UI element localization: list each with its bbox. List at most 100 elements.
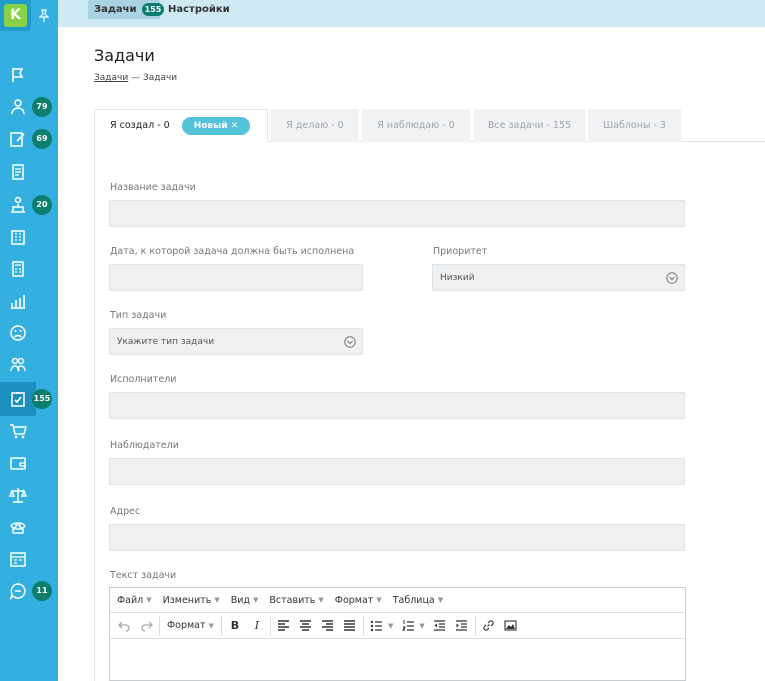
sidebar-item-scales[interactable] — [0, 479, 36, 511]
sidebar-item-building[interactable] — [0, 221, 36, 253]
sidebar-item-documents[interactable] — [0, 156, 36, 188]
numbered-list-icon — [401, 620, 414, 631]
menu-format[interactable]: Формат ▼ — [335, 595, 382, 606]
outdent-button[interactable] — [429, 615, 451, 637]
breadcrumb-separator: — — [131, 73, 141, 83]
format-dropdown[interactable]: Формат ▼ — [167, 620, 214, 631]
bullet-list-icon — [371, 620, 383, 632]
menu-format-label: Формат — [334, 594, 374, 606]
editor-menubar: Файл ▼ Изменить ▼ Вид ▼ Вставить ▼ Формат ▼ Т… — [110, 588, 685, 613]
sidebar-item-staff[interactable] — [0, 349, 36, 381]
menu-edit-label: Изменить — [162, 594, 212, 606]
image-button[interactable] — [500, 615, 522, 637]
redo-button[interactable] — [135, 615, 157, 637]
menu-edit[interactable]: Изменить ▼ — [163, 595, 220, 606]
undo-button[interactable] — [113, 615, 135, 637]
top-tab-settings-label: Настройки — [168, 4, 230, 15]
chevron-down-icon — [344, 336, 356, 348]
indent-icon — [456, 620, 468, 631]
sidebar-item-users[interactable] — [0, 91, 36, 123]
justify-button[interactable] — [339, 615, 361, 637]
tab-observing[interactable]: Я наблюдаю - 0 — [362, 109, 470, 142]
users-icon — [11, 99, 25, 115]
sidebar-item-phone[interactable] — [0, 511, 36, 543]
top-nav: Задачи 155 Настройки — [58, 0, 765, 27]
chat-icon — [9, 583, 26, 600]
tab-doing[interactable]: Я делаю - 0 — [271, 109, 359, 142]
priority-label: Приоритет — [433, 246, 488, 257]
menu-file-label: Файл — [117, 594, 144, 606]
sidebar-item-tasks[interactable] — [0, 382, 36, 416]
editor-toolbar: Формат ▼ B I ▼ ▼ — [110, 613, 685, 639]
sidebar-item-cart[interactable] — [0, 415, 36, 447]
sidebar-item-calculator[interactable] — [0, 253, 36, 285]
sidebar-badge: 20 — [32, 195, 52, 215]
menu-view[interactable]: Вид ▼ — [231, 595, 259, 606]
menu-table-label: Таблица — [392, 594, 435, 606]
edit-icon — [10, 132, 25, 147]
top-tab-tasks-label: Задачи — [94, 4, 137, 15]
bold-icon: B — [230, 619, 240, 632]
sidebar-badge: 79 — [32, 97, 52, 117]
priority-value: Низкий — [440, 272, 475, 283]
breadcrumb-link[interactable]: Задачи — [94, 73, 128, 83]
italic-icon: I — [254, 619, 260, 632]
top-tab-settings[interactable]: Настройки — [168, 0, 230, 19]
align-left-button[interactable] — [273, 615, 295, 637]
task-name-label: Название задачи — [110, 182, 196, 193]
task-tabs: Я создал - 0 Новый ✕ Я делаю - 0 Я наблю… — [94, 109, 765, 142]
menu-table[interactable]: Таблица ▼ — [393, 595, 443, 606]
executors-input[interactable] — [109, 392, 685, 419]
bold-button[interactable]: B — [224, 615, 246, 637]
menu-insert[interactable]: Вставить ▼ — [269, 595, 323, 606]
new-task-chip[interactable]: Новый ✕ — [181, 116, 251, 135]
task-name-input[interactable] — [109, 200, 685, 227]
link-button[interactable] — [478, 615, 500, 637]
tab-created-by-me-label: Я создал - 0 — [110, 120, 170, 131]
sidebar-item-wallet[interactable] — [0, 447, 36, 479]
link-icon — [483, 620, 494, 631]
top-tab-tasks-badge: 155 — [141, 3, 165, 16]
sidebar-item-edit[interactable] — [0, 123, 36, 155]
address-input[interactable] — [109, 524, 685, 551]
sidebar-item-flag[interactable] — [0, 59, 36, 91]
due-date-input[interactable] — [109, 264, 363, 291]
observers-input[interactable] — [109, 458, 685, 485]
sidebar-item-supervisor[interactable] — [0, 189, 36, 221]
top-tab-tasks[interactable]: Задачи 155 — [88, 0, 165, 19]
italic-button[interactable]: I — [246, 615, 268, 637]
sidebar-item-frown[interactable] — [0, 317, 36, 349]
priority-select[interactable]: Низкий — [432, 264, 685, 291]
menu-file[interactable]: Файл ▼ — [117, 595, 152, 606]
numbered-list-button[interactable] — [397, 615, 419, 637]
menu-insert-label: Вставить — [269, 594, 316, 606]
sidebar-item-chart[interactable] — [0, 285, 36, 317]
sidebar-item-chat[interactable] — [0, 575, 36, 607]
sidebar-badge: 11 — [32, 581, 52, 601]
page-title: Задачи — [94, 46, 155, 65]
sidebar-badge: 69 — [32, 129, 52, 149]
scales-icon — [9, 488, 27, 503]
tab-all-tasks[interactable]: Все задачи - 155 — [474, 109, 585, 142]
tab-templates[interactable]: Шаблоны - 3 — [588, 109, 681, 142]
align-right-button[interactable] — [317, 615, 339, 637]
building-icon — [11, 230, 25, 245]
logo-letter: K — [4, 4, 27, 27]
sidebar-item-calendar[interactable] — [0, 543, 36, 575]
wallet-icon — [10, 457, 26, 470]
task-type-select[interactable]: Укажите тип задачи — [109, 328, 363, 355]
app-logo[interactable]: K — [0, 0, 31, 31]
bullet-list-button[interactable] — [366, 615, 388, 637]
flag-icon — [12, 68, 24, 82]
due-date-label: Дата, к которой задача должна быть испол… — [110, 246, 355, 257]
supervisor-icon — [11, 196, 25, 213]
tab-created-by-me[interactable]: Я создал - 0 Новый ✕ — [94, 109, 268, 142]
breadcrumb-current: Задачи — [142, 73, 178, 83]
pin-icon[interactable] — [37, 9, 51, 23]
sidebar-badge: 155 — [32, 389, 52, 409]
indent-button[interactable] — [451, 615, 473, 637]
justify-icon — [344, 620, 356, 631]
frown-icon — [10, 325, 26, 341]
align-center-button[interactable] — [295, 615, 317, 637]
chart-icon — [11, 295, 25, 309]
